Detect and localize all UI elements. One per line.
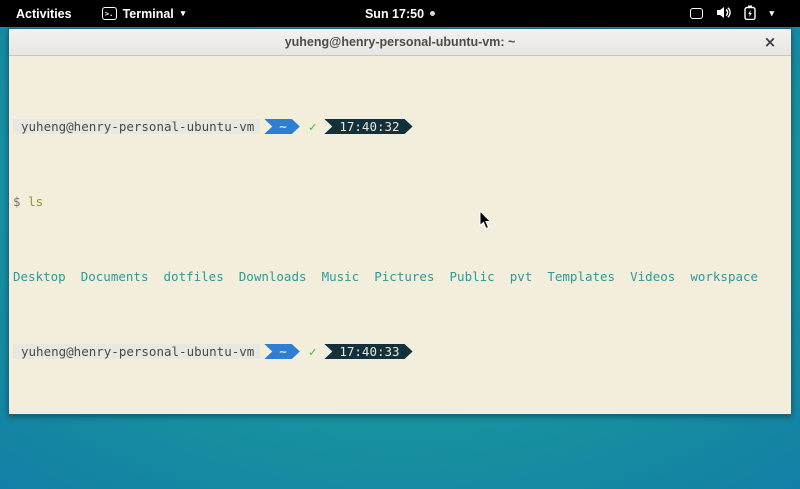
prompt-line: yuheng@henry-personal-ubuntu-vm ~ ✓ 17:4… (13, 119, 791, 134)
directory-name: Templates (547, 269, 615, 284)
directory-name: Public (450, 269, 495, 284)
system-status-menu[interactable]: ▾ (690, 5, 774, 23)
directory-name: Pictures (374, 269, 434, 284)
display-icon (690, 8, 703, 19)
clock-label: Sun 17:50 (365, 7, 424, 21)
directory-name: Desktop (13, 269, 66, 284)
directory-name: Documents (81, 269, 149, 284)
directory-name: pvt (510, 269, 533, 284)
chevron-down-icon: ▾ (181, 8, 186, 19)
top-bar: Activities >. Terminal ▾ Sun 17:50 ▾ (0, 0, 800, 27)
ls-output-line: Desktop Documents dotfiles Downloads Mus… (13, 269, 791, 284)
prompt-cwd-segment: ~ (264, 344, 300, 359)
prompt-status-check-icon: ✓ (307, 344, 319, 359)
typed-command: ls (28, 194, 43, 209)
prompt-status-check-icon: ✓ (307, 119, 319, 134)
terminal-content[interactable]: yuheng@henry-personal-ubuntu-vm ~ ✓ 17:4… (9, 56, 791, 415)
prompt-user-host: yuheng@henry-personal-ubuntu-vm (13, 344, 260, 359)
prompt-time-segment: 17:40:32 (324, 119, 412, 134)
clock-menu[interactable]: Sun 17:50 (365, 7, 435, 21)
directory-name: workspace (690, 269, 758, 284)
window-titlebar[interactable]: yuheng@henry-personal-ubuntu-vm: ~ × (9, 29, 791, 56)
terminal-icon: >. (102, 7, 117, 20)
window-title: yuheng@henry-personal-ubuntu-vm: ~ (285, 35, 516, 49)
prompt-char: $ (13, 194, 21, 209)
prompt-user-host: yuheng@henry-personal-ubuntu-vm (13, 119, 260, 134)
prompt-cwd-segment: ~ (264, 119, 300, 134)
speaker-icon (716, 6, 731, 22)
app-menu-label: Terminal (123, 7, 174, 21)
chevron-down-icon: ▾ (769, 8, 774, 19)
notification-dot-icon (430, 11, 435, 16)
close-icon[interactable]: × (761, 33, 779, 51)
directory-name: Downloads (239, 269, 307, 284)
directory-name: Music (322, 269, 360, 284)
directory-name: dotfiles (164, 269, 224, 284)
battery-charging-icon (744, 5, 756, 23)
directory-name: Videos (630, 269, 675, 284)
prompt-line: yuheng@henry-personal-ubuntu-vm ~ ✓ 17:4… (13, 344, 791, 359)
command-line: $ ls (13, 194, 791, 209)
terminal-window: yuheng@henry-personal-ubuntu-vm: ~ × yuh… (8, 28, 792, 415)
prompt-time-segment: 17:40:33 (324, 344, 412, 359)
activities-button[interactable]: Activities (10, 5, 78, 23)
app-menu-terminal[interactable]: >. Terminal ▾ (102, 7, 186, 21)
